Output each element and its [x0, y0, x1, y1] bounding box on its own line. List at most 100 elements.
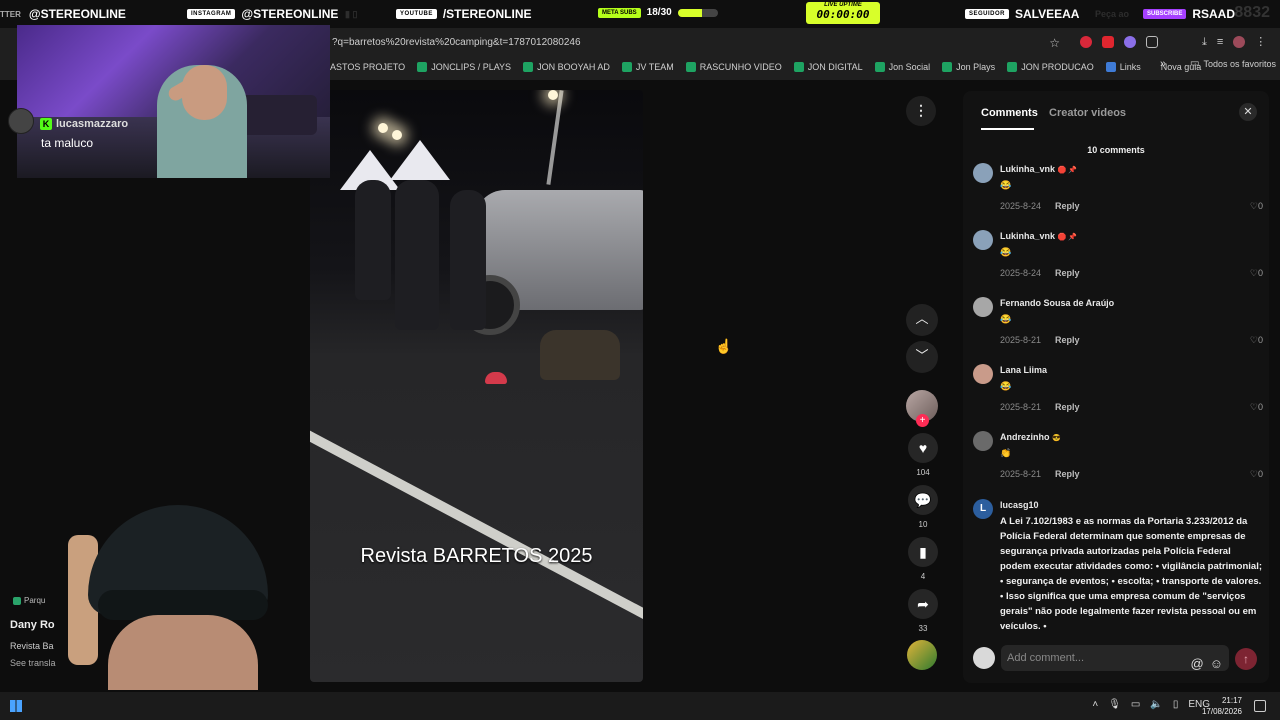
windows-icon[interactable] [10, 700, 22, 712]
avatar[interactable]: L [973, 499, 993, 519]
bookmark-label: JON BOOYAH AD [537, 62, 610, 72]
all-favorites-label: Todos os favoritos [1203, 58, 1276, 69]
all-favorites[interactable]: ▭ Todos os favoritos [1190, 58, 1276, 69]
music-disc-icon[interactable] [907, 640, 937, 670]
comment-like[interactable]: ♡0 [1250, 201, 1263, 212]
bookmark-label: Jon Plays [956, 62, 996, 72]
chevron-up-icon[interactable]: ˄ [1092, 699, 1098, 710]
battery-icon[interactable]: ▯ [1173, 699, 1179, 710]
media-icon[interactable]: ≡ [1217, 36, 1223, 48]
sheet-icon [685, 62, 696, 72]
bookmark-item[interactable]: Jon Social [874, 62, 930, 72]
meta-subs-tag: META SUBS [598, 7, 641, 18]
light-glow [392, 130, 402, 140]
chevron-right-icon[interactable]: » [1160, 58, 1166, 70]
comment-username[interactable]: Lukinha_vnk 🛑 📌 [1000, 164, 1077, 174]
menu-icon[interactable]: ⋮ [1255, 36, 1266, 48]
comment-like[interactable]: ♡0 [1250, 268, 1263, 279]
comment-like[interactable]: ♡0 [1250, 402, 1263, 413]
add-comment-input[interactable]: Add comment... @ ☺ [1001, 645, 1229, 671]
microphone-icon[interactable]: 🎙 [1108, 699, 1121, 710]
extension-icon[interactable] [1102, 36, 1114, 48]
reply-button[interactable]: Reply [1055, 335, 1080, 345]
comment-username-text: Lukinha_vnk [1000, 164, 1056, 174]
reply-button[interactable]: Reply [1055, 469, 1080, 479]
reply-button[interactable]: Reply [1055, 268, 1080, 278]
bookmark-item[interactable]: JON DIGITAL [793, 62, 863, 72]
comment-username[interactable]: Andrezinho 😎 [1000, 432, 1061, 442]
comment-date: 2025-8-24 [1000, 268, 1042, 278]
bookmark-item[interactable]: RASCUNHO VIDEO [685, 62, 782, 72]
comment-like-count: 0 [1257, 201, 1263, 211]
avatar[interactable] [973, 230, 993, 250]
avatar[interactable] [973, 431, 993, 451]
follow-plus-icon[interactable]: + [916, 414, 929, 427]
bookmark-item[interactable]: ASTOS PROJETO [330, 62, 405, 72]
follower-tag: SEGUIDOR [965, 9, 1010, 19]
tent [390, 140, 450, 180]
avatar[interactable] [973, 364, 993, 384]
video-player[interactable]: Revista BARRETOS 2025 [310, 90, 643, 682]
comment-username[interactable]: lucasg10 [1000, 500, 1039, 510]
user-badges: 🛑 📌 [1057, 234, 1077, 241]
avatar[interactable] [973, 297, 993, 317]
instagram-handle: INSTAGRAM @STEREONLINE [187, 7, 338, 21]
meta-subs-progress-fill [677, 8, 702, 17]
bookmark-label: JON PRODUCAO [1021, 62, 1094, 72]
comment-meta: 2025-8-24 Reply [1000, 201, 1080, 211]
download-icon[interactable]: ⤓ [1202, 36, 1207, 48]
reply-button[interactable]: Reply [1055, 402, 1080, 412]
chevron-down-icon[interactable]: ﹀ [906, 341, 938, 373]
bookmark-item[interactable]: JONCLIPS / PLAYS [417, 62, 511, 72]
bookmark-icon[interactable]: ▮ [908, 537, 938, 567]
clock[interactable]: 21:17 17/08/2026 [1202, 695, 1242, 717]
comment-username[interactable]: Lukinha_vnk 🛑 📌 [1000, 231, 1077, 241]
add-comment-row: Add comment... @ ☺ ↑ [963, 643, 1269, 683]
panel-tabs: Comments Creator videos ✕ [963, 91, 1269, 135]
twitter-handle: TTER @STEREONLINE [0, 7, 126, 21]
close-icon[interactable]: ✕ [1239, 103, 1257, 121]
ghost-text: Peça ao [1095, 9, 1130, 19]
tab-creator-videos[interactable]: Creator videos [1049, 107, 1126, 119]
bookmark-label: RASCUNHO VIDEO [699, 62, 782, 72]
streamer-webcam [17, 25, 330, 178]
bookmark-item[interactable]: Links [1105, 62, 1141, 72]
send-icon[interactable]: ↑ [1235, 648, 1257, 670]
mention-icon[interactable]: @ [1191, 651, 1204, 677]
extension-icon[interactable] [1080, 36, 1092, 48]
notification-icon[interactable] [1254, 700, 1266, 712]
extension-icon[interactable] [1124, 36, 1136, 48]
bookmark-item[interactable]: JON BOOYAH AD [523, 62, 610, 72]
star-icon[interactable]: ☆ [1049, 33, 1060, 53]
network-icon[interactable]: ▭ [1131, 699, 1140, 710]
comment-username[interactable]: Lana Liima [1000, 365, 1047, 375]
comment-like[interactable]: ♡0 [1250, 335, 1263, 346]
person [355, 180, 391, 300]
location-chip[interactable]: Parqu [13, 596, 45, 605]
comment-meta: 2025-8-24 Reply [1000, 268, 1080, 278]
more-options-icon[interactable]: ⋮ [906, 96, 936, 126]
address-bar[interactable]: ?q=barretos%20revista%20camping&t=178701… [330, 33, 1070, 53]
bookmark-item[interactable]: JV TEAM [621, 62, 674, 72]
heart-icon[interactable]: ♥ [908, 433, 938, 463]
ghost-number: 8832 [1234, 4, 1270, 21]
bookmark-item[interactable]: Jon Plays [942, 62, 995, 72]
reply-button[interactable]: Reply [1055, 201, 1080, 211]
puzzle-icon[interactable] [1146, 36, 1158, 48]
bookmark-item[interactable]: JON PRODUCAO [1007, 62, 1094, 72]
tab-comments[interactable]: Comments [981, 107, 1038, 119]
comment-count: 10 [918, 520, 928, 529]
emoji-icon[interactable]: ☺ [1210, 651, 1223, 677]
profile-icon[interactable] [1233, 36, 1246, 48]
comment-like[interactable]: ♡0 [1250, 469, 1263, 480]
second-webcam [48, 495, 310, 690]
chevron-up-icon[interactable]: ︿ [906, 304, 938, 336]
chat-username-text: lucasmazzaro [56, 118, 129, 130]
bookmark-label: JONCLIPS / PLAYS [431, 62, 512, 72]
avatar[interactable] [973, 163, 993, 183]
comment-username[interactable]: Fernando Sousa de Araújo [1000, 298, 1114, 308]
volume-icon[interactable]: 🔈 [1150, 699, 1162, 710]
comment-icon[interactable]: 💬 [908, 485, 938, 515]
clock-date: 17/08/2026 [1201, 707, 1242, 716]
share-icon[interactable]: ➦ [908, 589, 938, 619]
